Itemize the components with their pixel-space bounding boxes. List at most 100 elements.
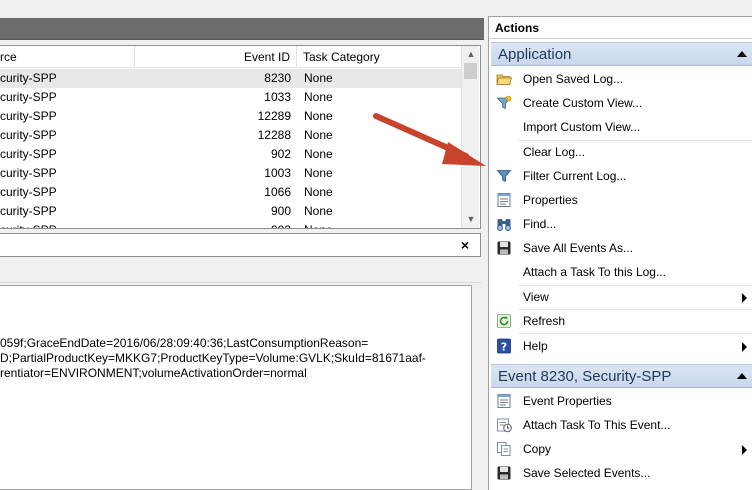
cell-event-id: 903 <box>135 221 291 228</box>
submenu-arrow-icon <box>742 445 747 455</box>
copy-icon <box>497 442 511 456</box>
table-row[interactable]: curity-SPP 12288 None <box>0 126 461 145</box>
find-action[interactable]: Find... <box>491 212 752 236</box>
table-row[interactable]: curity-SPP 1066 None <box>0 183 461 202</box>
scrollbar-thumb[interactable] <box>464 63 477 79</box>
action-label: Properties <box>523 193 578 207</box>
folder-open-icon <box>496 74 512 85</box>
details-header-bar: × <box>0 233 481 257</box>
view-menu-action[interactable]: View <box>491 285 752 309</box>
filter-current-log-action[interactable]: Filter Current Log... <box>491 164 752 188</box>
cell-source: curity-SPP <box>0 147 57 161</box>
table-row[interactable]: curity-SPP 1003 None <box>0 164 461 183</box>
action-label: Open Saved Log... <box>523 72 624 86</box>
application-section-header[interactable]: Application <box>491 42 752 66</box>
action-label: Attach a Task To this Log... <box>523 265 666 279</box>
table-row[interactable]: curity-SPP 903 None <box>0 221 461 228</box>
table-row[interactable]: curity-SPP 1033 None <box>0 88 461 107</box>
properties-action[interactable]: Properties <box>491 188 752 212</box>
section-title: Event 8230, Security-SPP <box>498 368 672 385</box>
action-label: View <box>523 290 549 304</box>
column-source[interactable]: rce <box>0 46 135 68</box>
scroll-down-icon[interactable]: ▼ <box>462 211 480 228</box>
detail-line: 059f;GraceEndDate=2016/06/28:09:40:36;La… <box>0 336 369 350</box>
cell-source: curity-SPP <box>0 71 57 85</box>
scroll-up-icon[interactable]: ▲ <box>462 46 480 63</box>
cell-event-id: 900 <box>270 204 291 218</box>
event-section-header[interactable]: Event 8230, Security-SPP <box>491 364 752 388</box>
detail-line: D;PartialProductKey=MKKG7;ProductKeyType… <box>0 351 426 365</box>
section-title: Application <box>498 46 572 63</box>
copy-menu-action[interactable]: Copy <box>491 437 752 461</box>
details-tab-strip <box>0 257 481 283</box>
cell-task-category: None <box>304 128 333 142</box>
action-label: Find... <box>523 217 557 231</box>
event-list[interactable]: rce Event ID Task Category curity-SPP 82… <box>0 45 481 229</box>
cell-event-id: 1033 <box>264 90 291 104</box>
floppy-disk-icon <box>497 241 511 255</box>
binoculars-icon <box>497 219 511 231</box>
table-row[interactable]: curity-SPP 12289 None <box>0 107 461 126</box>
cell-source: curity-SPP <box>0 128 57 142</box>
action-label: Save All Events As... <box>523 241 634 255</box>
save-selected-events-action[interactable]: Save Selected Events... <box>491 461 752 485</box>
cell-event-id: 1003 <box>264 166 291 180</box>
column-headers: rce Event ID Task Category <box>0 46 461 68</box>
submenu-arrow-icon <box>742 342 747 352</box>
floppy-disk-icon <box>497 466 511 480</box>
actions-title: Actions <box>489 17 752 39</box>
properties-icon <box>497 394 511 408</box>
cell-task-category: None <box>304 221 454 228</box>
action-label: Save Selected Events... <box>523 466 651 480</box>
help-icon: ? <box>497 338 511 354</box>
collapse-caret-icon[interactable] <box>737 51 747 57</box>
vertical-scrollbar[interactable]: ▲ ▼ <box>461 46 479 228</box>
event-details-panel[interactable]: 059f;GraceEndDate=2016/06/28:09:40:36;La… <box>0 285 472 490</box>
collapse-caret-icon[interactable] <box>737 373 747 379</box>
clear-log-action[interactable]: Clear Log... <box>491 140 752 164</box>
cell-source: curity-SPP <box>0 109 57 123</box>
funnel-star-icon <box>496 95 512 110</box>
attach-task-to-event-action[interactable]: Attach Task To This Event... <box>491 413 752 437</box>
top-strip <box>0 0 484 10</box>
column-task-category[interactable]: Task Category <box>297 46 461 68</box>
cell-event-id: 1066 <box>264 185 291 199</box>
table-row[interactable]: curity-SPP 900 None <box>0 202 461 221</box>
actions-pane: Actions Application Open Saved Log... Cr… <box>488 16 752 490</box>
task-clock-icon <box>497 418 512 433</box>
action-label: Filter Current Log... <box>523 169 627 183</box>
help-menu-action[interactable]: ? Help <box>491 334 752 358</box>
cell-source: curity-SPP <box>0 90 57 104</box>
table-row[interactable]: curity-SPP 902 None <box>0 145 461 164</box>
create-custom-view-action[interactable]: Create Custom View... <box>491 91 752 115</box>
action-label: Event Properties <box>523 394 612 408</box>
open-saved-log-action[interactable]: Open Saved Log... <box>491 67 752 91</box>
refresh-icon <box>497 314 511 328</box>
cell-source: curity-SPP <box>0 204 57 218</box>
cell-task-category: None <box>304 204 333 218</box>
submenu-arrow-icon <box>742 293 747 303</box>
cell-event-id: 12288 <box>257 128 291 142</box>
action-label: Import Custom View... <box>523 120 641 134</box>
cell-task-category: None <box>304 90 333 104</box>
import-custom-view-action[interactable]: Import Custom View... <box>491 115 752 139</box>
action-label: Create Custom View... <box>523 96 643 110</box>
attach-task-to-log-action[interactable]: Attach a Task To this Log... <box>491 260 752 284</box>
cell-task-category: None <box>304 185 333 199</box>
column-event-id[interactable]: Event ID <box>135 46 297 68</box>
table-row[interactable]: curity-SPP 8230 None <box>0 69 461 88</box>
close-icon[interactable]: × <box>458 237 472 253</box>
event-properties-action[interactable]: Event Properties <box>491 389 752 413</box>
cell-task-category: None <box>304 147 333 161</box>
cell-source: curity-SPP <box>0 221 135 228</box>
refresh-action[interactable]: Refresh <box>491 309 752 333</box>
save-all-events-action[interactable]: Save All Events As... <box>491 236 752 260</box>
left-pane: rce Event ID Task Category curity-SPP 82… <box>0 0 484 490</box>
cell-event-id: 902 <box>270 147 291 161</box>
cell-task-category: None <box>304 166 333 180</box>
action-label: Refresh <box>523 314 566 328</box>
cell-task-category: None <box>304 109 333 123</box>
action-label: Copy <box>523 442 552 456</box>
action-label: Help <box>523 339 548 353</box>
action-label: Clear Log... <box>523 145 586 159</box>
